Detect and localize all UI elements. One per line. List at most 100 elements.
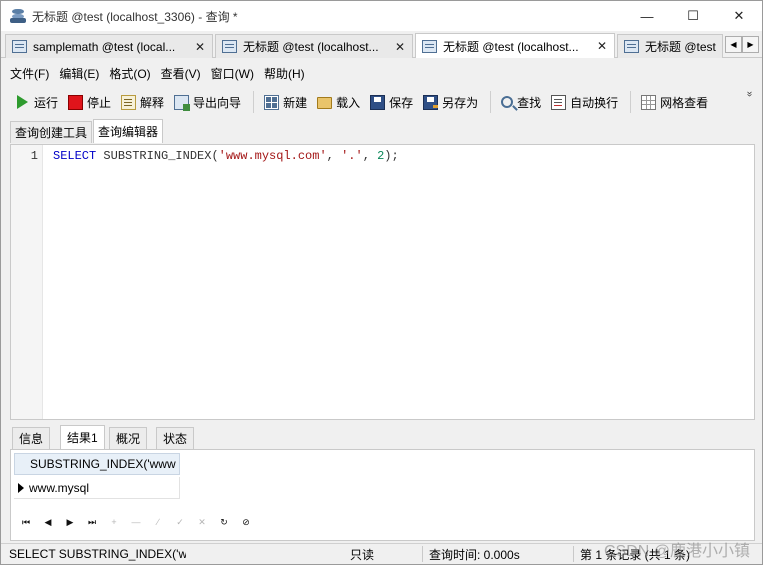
save-button[interactable]: 保存: [366, 90, 417, 114]
scroll-left-icon[interactable]: ◀: [725, 36, 742, 53]
play-icon: [17, 95, 28, 109]
save-as-icon: [423, 94, 439, 110]
load-button[interactable]: 载入: [313, 90, 364, 114]
discard-changes-icon[interactable]: ✕: [191, 514, 213, 530]
line-number: 1: [30, 149, 38, 163]
column-header[interactable]: SUBSTRING_INDEX('www: [14, 453, 180, 475]
query-icon: [222, 40, 237, 53]
save-as-label: 另存为: [442, 95, 479, 110]
new-label: 新建: [283, 95, 308, 110]
query-icon: [624, 40, 639, 53]
status-readonly: 只读: [350, 547, 375, 562]
tab-overview[interactable]: 概况: [109, 427, 148, 449]
database-icon: [10, 9, 26, 23]
run-label: 运行: [34, 95, 59, 110]
search-icon: [501, 96, 514, 108]
apply-changes-icon[interactable]: ✓: [169, 514, 191, 530]
doc-tab-label: 无标题 @test (localhost...: [443, 39, 579, 54]
grid-icon: [641, 94, 657, 110]
menu-help[interactable]: 帮助(H): [259, 65, 310, 82]
save-icon: [370, 94, 386, 110]
result-tab-strip: 信息 结果1 概况 状态: [10, 425, 755, 449]
stop-loading-icon[interactable]: ⊘: [235, 514, 257, 530]
find-button[interactable]: 查找: [497, 90, 545, 114]
toolbar-divider: [253, 91, 255, 113]
doc-tab-untitled-1[interactable]: 无标题 @test (localhost... ✕: [215, 34, 413, 58]
delete-record-icon[interactable]: —: [125, 514, 147, 530]
sql-code-line[interactable]: SELECT SUBSTRING_INDEX('www.mysql.com', …: [53, 149, 399, 163]
last-record-icon[interactable]: ⏭: [81, 514, 103, 530]
grid-view-label: 网格查看: [660, 95, 709, 110]
export-label: 导出向导: [193, 95, 242, 110]
toolbar: 运行 停止 解释 导出向导 新建 载入 保存 另存为 查找 自动换行 网格查看 …: [1, 87, 762, 117]
doc-tab-label: samplemath @test (local...: [33, 39, 176, 54]
close-tab-icon[interactable]: ✕: [594, 39, 610, 53]
previous-record-icon[interactable]: ◀: [37, 514, 59, 530]
result-grid-panel: SUBSTRING_INDEX('www www.mysql ⏮ ◀ ▶ ⏭ +…: [10, 449, 755, 541]
close-window-button[interactable]: ✕: [716, 1, 762, 31]
export-icon: [174, 94, 191, 111]
toolbar-divider: [490, 91, 492, 113]
tab-query-editor[interactable]: 查询编辑器: [93, 119, 164, 143]
editor-tab-strip: 查询创建工具 查询编辑器: [1, 119, 762, 143]
tab-query-builder[interactable]: 查询创建工具: [10, 121, 93, 143]
new-button[interactable]: 新建: [260, 90, 311, 114]
close-tab-icon[interactable]: ✕: [392, 40, 408, 54]
load-label: 载入: [336, 95, 361, 110]
current-row-icon: [18, 483, 24, 493]
title-bar: 无标题 @test (localhost_3306) - 查询 * — ☐ ✕: [1, 1, 762, 31]
word-wrap-icon: [551, 94, 567, 110]
toolbar-overflow-icon[interactable]: »: [744, 91, 755, 97]
close-tab-icon[interactable]: ✕: [192, 40, 208, 54]
watermark: CSDN @鹿港小小镇: [603, 543, 750, 560]
menu-format[interactable]: 格式(O): [104, 65, 155, 82]
window-controls: — ☐ ✕: [624, 1, 762, 31]
doc-tab-untitled-active[interactable]: 无标题 @test (localhost... ✕: [415, 33, 615, 58]
word-wrap-button[interactable]: 自动换行: [547, 90, 622, 114]
window-title: 无标题 @test (localhost_3306) - 查询 *: [32, 9, 238, 24]
save-as-button[interactable]: 另存为: [419, 90, 482, 114]
sql-editor[interactable]: 1 SELECT SUBSTRING_INDEX('www.mysql.com'…: [10, 144, 755, 420]
minimize-button[interactable]: —: [624, 1, 670, 31]
toolbar-divider: [630, 91, 632, 113]
status-sql-text: SELECT SUBSTRING_INDEX('ww: [9, 547, 186, 561]
explain-button[interactable]: 解释: [117, 90, 168, 114]
menu-file[interactable]: 文件(F): [5, 65, 54, 82]
cell-value[interactable]: www.mysql: [29, 481, 89, 495]
wrap-label: 自动换行: [570, 95, 619, 110]
refresh-icon[interactable]: ↻: [213, 514, 235, 530]
maximize-button[interactable]: ☐: [670, 1, 716, 31]
table-row[interactable]: www.mysql: [14, 477, 180, 499]
line-number-gutter: 1: [11, 145, 43, 419]
next-record-icon[interactable]: ▶: [59, 514, 81, 530]
folder-icon: [317, 97, 333, 109]
stop-button[interactable]: 停止: [64, 90, 115, 114]
status-query-time: 查询时间: 0.000s: [429, 547, 520, 562]
menu-window[interactable]: 窗口(W): [206, 65, 259, 82]
query-icon: [12, 40, 27, 53]
doc-tab-label: 无标题 @test: [645, 40, 716, 54]
add-record-icon[interactable]: +: [103, 514, 125, 530]
edit-record-icon[interactable]: ∕: [147, 514, 169, 530]
sql-keyword: SELECT: [53, 149, 97, 163]
find-label: 查找: [517, 95, 542, 110]
menu-view[interactable]: 查看(V): [156, 65, 206, 82]
explain-label: 解释: [140, 95, 165, 110]
run-button[interactable]: 运行: [11, 90, 62, 114]
first-record-icon[interactable]: ⏮: [15, 514, 37, 530]
explain-icon: [121, 94, 137, 110]
tab-info[interactable]: 信息: [12, 427, 51, 449]
new-query-icon: [264, 94, 280, 110]
doc-tab-samplemath[interactable]: samplemath @test (local... ✕: [5, 34, 213, 58]
query-icon: [422, 39, 437, 53]
sql-function: SUBSTRING_INDEX(: [103, 149, 219, 163]
doc-tab-untitled-3[interactable]: 无标题 @test: [617, 34, 723, 58]
tab-status[interactable]: 状态: [156, 427, 195, 449]
grid-view-button[interactable]: 网格查看: [637, 90, 712, 114]
menu-edit[interactable]: 编辑(E): [54, 65, 104, 82]
export-wizard-button[interactable]: 导出向导: [170, 90, 245, 114]
record-navigation-bar: ⏮ ◀ ▶ ⏭ + — ∕ ✓ ✕ ↻ ⊘: [15, 513, 257, 531]
menu-bar: 文件(F) 编辑(E) 格式(O) 查看(V) 窗口(W) 帮助(H): [1, 62, 762, 84]
scroll-right-icon[interactable]: ▶: [742, 36, 759, 53]
tab-result1[interactable]: 结果1: [60, 425, 105, 449]
